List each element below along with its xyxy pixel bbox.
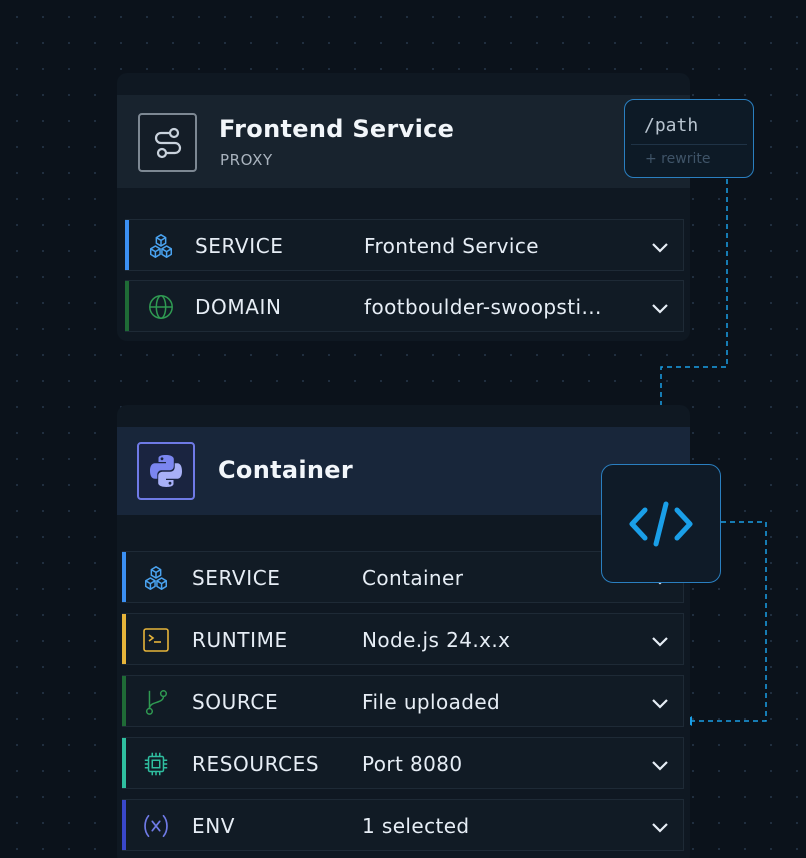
code-icon bbox=[629, 501, 693, 546]
globe-icon bbox=[147, 293, 175, 321]
frontend-card-title: Frontend Service bbox=[219, 115, 455, 143]
python-icon bbox=[137, 442, 195, 500]
chevron-down-icon[interactable] bbox=[649, 692, 671, 714]
container-row-runtime[interactable]: RUNTIME Node.js 24.x.x bbox=[122, 613, 684, 665]
divider bbox=[631, 144, 747, 145]
frontend-card-subtitle: PROXY bbox=[220, 151, 273, 169]
chevron-down-icon[interactable] bbox=[649, 630, 671, 652]
row-value: Container bbox=[362, 566, 464, 590]
chevron-down-icon[interactable] bbox=[649, 297, 671, 319]
frontend-card-header[interactable]: Frontend Service PROXY bbox=[117, 95, 690, 188]
row-value: Port 8080 bbox=[362, 752, 463, 776]
terminal-icon bbox=[142, 626, 170, 654]
route-icon bbox=[138, 113, 197, 172]
row-accent-bar bbox=[122, 552, 126, 602]
row-label: RUNTIME bbox=[192, 628, 288, 652]
row-label: DOMAIN bbox=[195, 295, 282, 319]
frontend-row-domain[interactable]: DOMAIN footboulder-swoopsti... bbox=[125, 280, 684, 332]
path-rewrite-node[interactable]: /path + rewrite bbox=[624, 99, 754, 178]
row-label: SOURCE bbox=[192, 690, 279, 714]
git-branch-icon bbox=[142, 688, 170, 716]
frontend-row-service[interactable]: SERVICE Frontend Service bbox=[125, 219, 684, 271]
variable-icon bbox=[142, 812, 170, 840]
rewrite-link[interactable]: + rewrite bbox=[645, 151, 710, 167]
row-accent-bar bbox=[125, 281, 129, 331]
row-accent-bar bbox=[122, 738, 126, 788]
row-accent-bar bbox=[122, 614, 126, 664]
code-node[interactable] bbox=[601, 464, 721, 583]
path-text: /path bbox=[644, 115, 699, 136]
row-value: Node.js 24.x.x bbox=[362, 628, 511, 652]
row-value: footboulder-swoopsti... bbox=[364, 295, 602, 319]
cubes-icon bbox=[147, 232, 175, 260]
row-value: Frontend Service bbox=[364, 234, 539, 258]
frontend-service-card[interactable]: Frontend Service PROXY SERVICE Frontend … bbox=[117, 73, 690, 341]
row-label: SERVICE bbox=[192, 566, 281, 590]
chevron-down-icon[interactable] bbox=[649, 754, 671, 776]
row-label: ENV bbox=[192, 814, 236, 838]
container-row-env[interactable]: ENV 1 selected bbox=[122, 799, 684, 851]
container-row-service[interactable]: SERVICE Container bbox=[122, 551, 684, 603]
row-value: File uploaded bbox=[362, 690, 501, 714]
container-row-resources[interactable]: RESOURCES Port 8080 bbox=[122, 737, 684, 789]
chevron-down-icon[interactable] bbox=[649, 236, 671, 258]
row-accent-bar bbox=[122, 800, 126, 850]
row-value: 1 selected bbox=[362, 814, 470, 838]
chip-icon bbox=[142, 750, 170, 778]
row-label: RESOURCES bbox=[192, 752, 320, 776]
cubes-icon bbox=[142, 564, 170, 592]
row-accent-bar bbox=[122, 676, 126, 726]
row-label: SERVICE bbox=[195, 234, 284, 258]
container-card-title: Container bbox=[218, 456, 353, 484]
row-accent-bar bbox=[125, 220, 129, 270]
container-row-source[interactable]: SOURCE File uploaded bbox=[122, 675, 684, 727]
chevron-down-icon[interactable] bbox=[649, 816, 671, 838]
